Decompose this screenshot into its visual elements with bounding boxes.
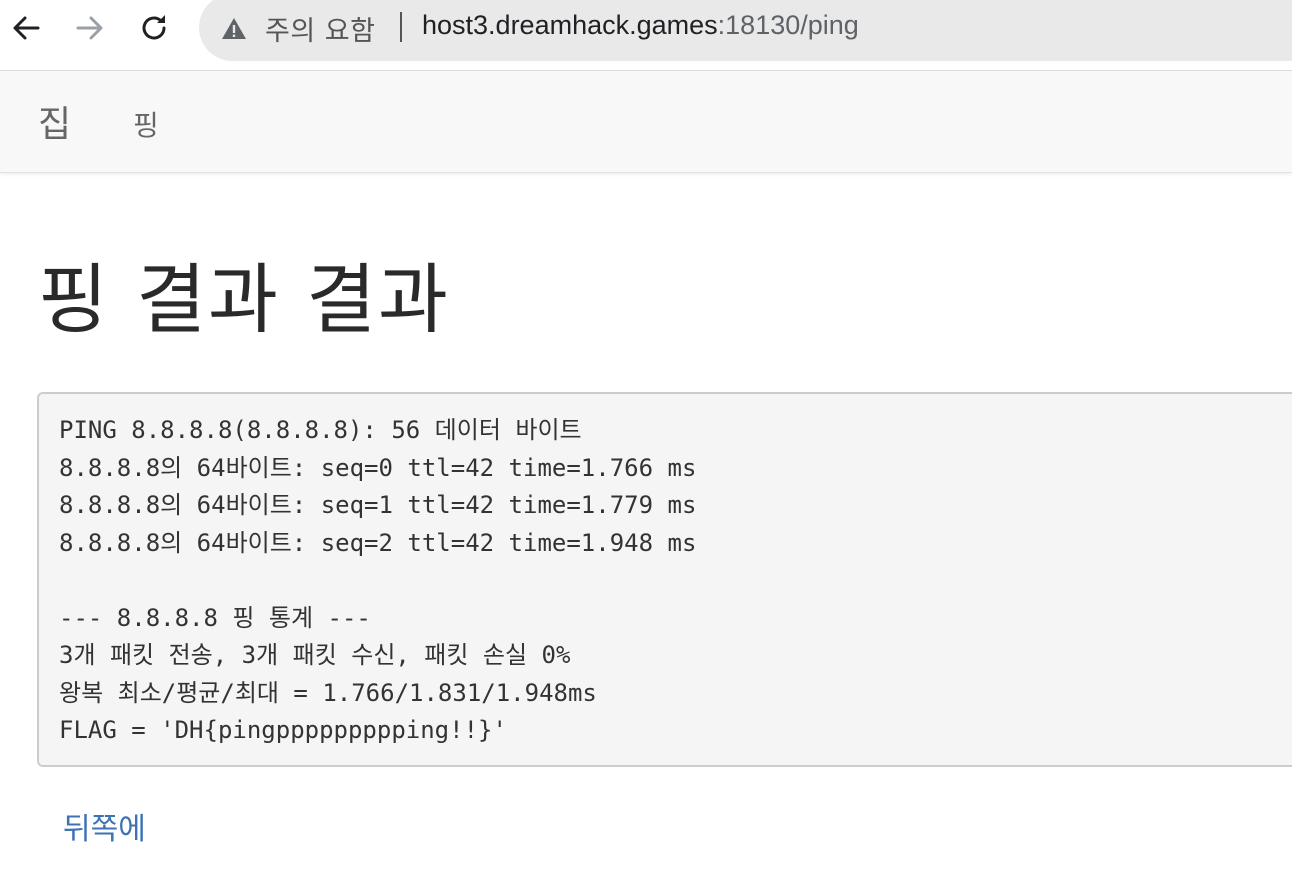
browser-toolbar: 주의 요함 host3.dreamhack.games:18130/ping	[0, 0, 1292, 71]
result-line: 8.8.8.8의 64바이트: seq=1 ttl=42 time=1.779 …	[59, 491, 697, 519]
security-status[interactable]: 주의 요함	[265, 9, 375, 48]
url-path: :18130/ping	[717, 10, 859, 40]
warning-triangle-icon[interactable]	[221, 16, 247, 42]
result-line: PING 8.8.8.8(8.8.8.8): 56 데이터 바이트	[59, 416, 582, 444]
address-bar[interactable]: 주의 요함 host3.dreamhack.games:18130/ping	[199, 0, 1292, 61]
reload-button[interactable]	[136, 10, 172, 46]
nav-ping-link[interactable]: 핑	[133, 104, 159, 144]
site-navbar: 집 핑	[0, 71, 1292, 173]
result-line: 8.8.8.8의 64바이트: seq=0 ttl=42 time=1.766 …	[59, 453, 697, 482]
result-line: 3개 패킷 전송, 3개 패킷 수신, 패킷 손실 0%	[59, 641, 571, 669]
forward-button[interactable]	[72, 10, 108, 46]
reload-icon	[142, 15, 166, 40]
back-button[interactable]	[8, 10, 44, 46]
ping-result-output: PING 8.8.8.8(8.8.8.8): 56 데이터 바이트 8.8.8.…	[37, 392, 1292, 767]
flag-line: FLAG = 'DH{pingppppppppping!!}'	[59, 716, 507, 744]
arrow-left-icon	[13, 16, 40, 40]
url-text[interactable]: host3.dreamhack.games:18130/ping	[422, 10, 859, 41]
nav-home-link[interactable]: 집	[38, 95, 71, 147]
url-host: host3.dreamhack.games	[422, 10, 718, 40]
arrow-right-icon	[76, 16, 103, 40]
address-separator	[400, 12, 402, 42]
back-link[interactable]: 뒤쪽에	[63, 804, 146, 848]
result-line: --- 8.8.8.8 핑 통계 ---	[59, 603, 371, 632]
result-line	[59, 562, 1292, 600]
result-line: 왕복 최소/평균/최대 = 1.766/1.831/1.948ms	[59, 678, 597, 707]
result-line: 8.8.8.8의 64바이트: seq=2 ttl=42 time=1.948 …	[59, 528, 697, 557]
page-title: 핑 결과 결과	[38, 255, 450, 344]
